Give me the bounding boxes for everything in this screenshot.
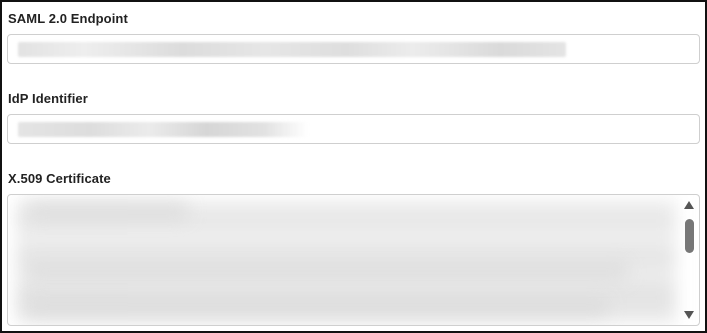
idp-identifier-label: IdP Identifier — [8, 91, 88, 106]
scroll-down-arrow-icon[interactable] — [684, 311, 694, 319]
redacted-line — [28, 203, 188, 219]
saml-endpoint-input[interactable] — [7, 34, 700, 64]
textarea-scrollbar[interactable] — [681, 197, 697, 323]
saml-endpoint-label: SAML 2.0 Endpoint — [8, 11, 128, 26]
redacted-value — [18, 122, 308, 137]
sso-settings-panel: SAML 2.0 Endpoint IdP Identifier X.509 C… — [0, 0, 707, 333]
scroll-thumb[interactable] — [685, 219, 694, 253]
x509-certificate-label: X.509 Certificate — [8, 171, 111, 186]
redacted-line — [28, 263, 628, 279]
idp-identifier-input[interactable] — [7, 114, 700, 144]
x509-certificate-textarea[interactable] — [7, 194, 700, 326]
redacted-line — [28, 299, 608, 315]
scroll-up-arrow-icon[interactable] — [684, 201, 694, 209]
redacted-value — [18, 42, 566, 57]
